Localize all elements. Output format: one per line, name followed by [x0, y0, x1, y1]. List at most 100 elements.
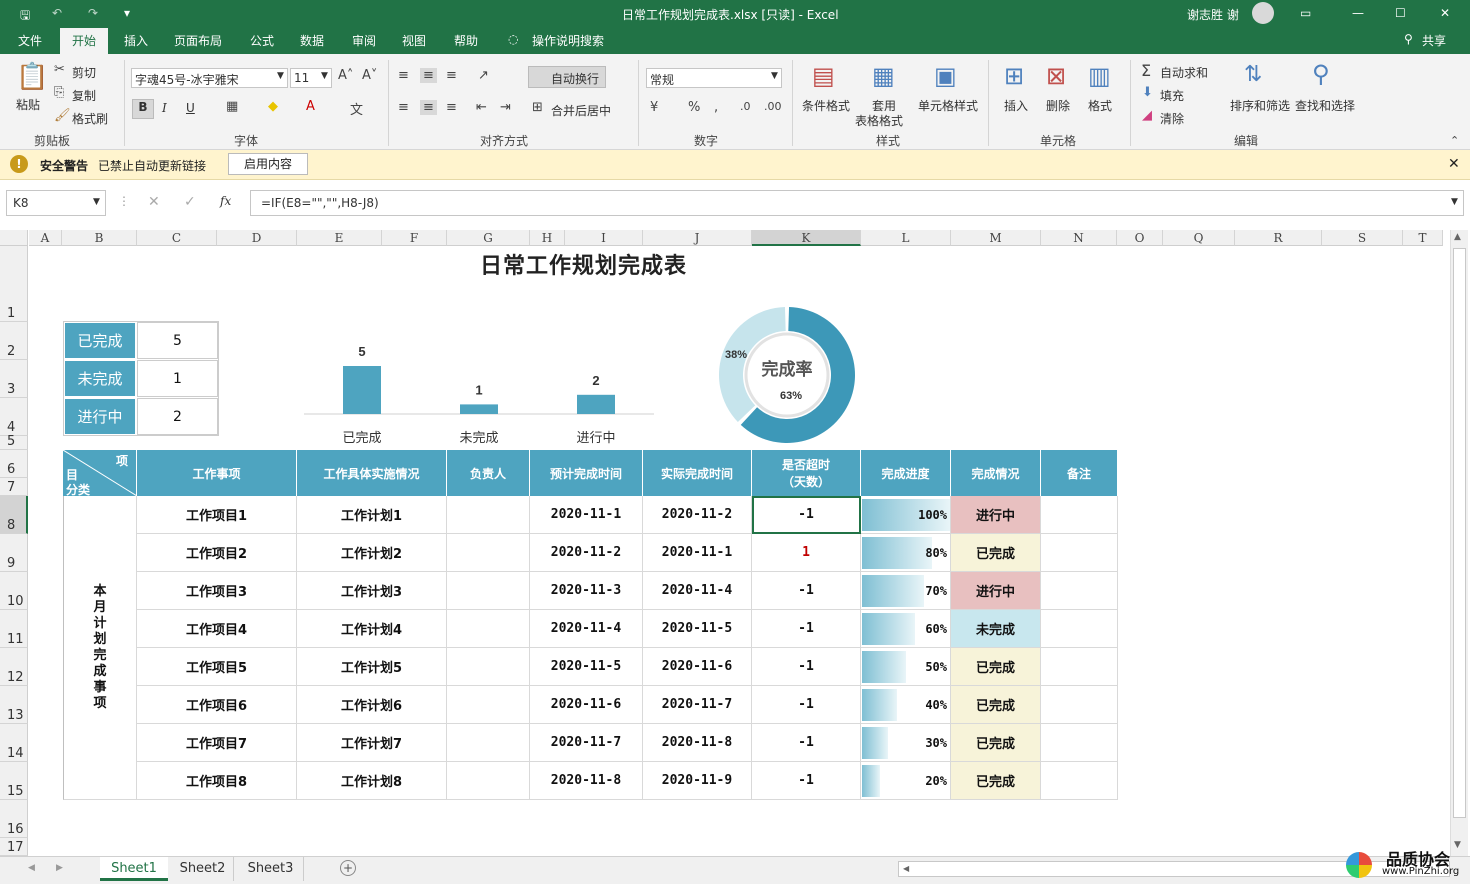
sheet-tab-3[interactable]: Sheet3: [238, 857, 304, 881]
cell-actual[interactable]: 2020-11-8: [643, 724, 752, 762]
cell-status[interactable]: 已完成: [951, 724, 1041, 762]
column-header-J[interactable]: J: [643, 230, 752, 246]
column-header-I[interactable]: I: [565, 230, 643, 246]
increase-font-icon[interactable]: A˄: [338, 68, 353, 83]
delete-cells-button[interactable]: 删除: [1046, 97, 1070, 114]
cell-progress[interactable]: 40%: [861, 686, 951, 724]
scroll-left-icon[interactable]: ◀: [903, 864, 909, 873]
insert-function-icon[interactable]: fx: [220, 194, 231, 208]
eraser-icon[interactable]: ◢: [1142, 108, 1152, 123]
phonetic-icon[interactable]: 文: [350, 99, 363, 118]
cell-plan[interactable]: 工作计划3: [297, 572, 447, 610]
completion-donut-chart[interactable]: 完成率 63% 38%: [712, 303, 862, 448]
align-top-icon[interactable]: ≡: [398, 68, 409, 83]
align-bottom-icon[interactable]: ≡: [446, 68, 457, 83]
cell-overdue[interactable]: 1: [752, 534, 861, 572]
cell-progress[interactable]: 50%: [861, 648, 951, 686]
cell-actual[interactable]: 2020-11-2: [643, 496, 752, 534]
percent-icon[interactable]: %: [688, 100, 700, 115]
formula-input[interactable]: =IF(E8="","",H8-J8) ▼: [250, 190, 1464, 216]
comma-icon[interactable]: ,: [714, 100, 718, 115]
row-header-10[interactable]: 10: [0, 572, 28, 610]
enter-icon[interactable]: ✓: [184, 194, 196, 210]
cell-progress[interactable]: 100%: [861, 496, 951, 534]
add-sheet-icon[interactable]: +: [340, 860, 356, 876]
column-header-T[interactable]: T: [1403, 230, 1443, 246]
row-header-6[interactable]: 6: [0, 450, 28, 478]
fill-color-icon[interactable]: ◆: [268, 99, 278, 114]
category-cell[interactable]: 本月计划完成事项: [63, 496, 137, 800]
cell-plan[interactable]: 工作计划8: [297, 762, 447, 800]
collapse-ribbon-icon[interactable]: ⌃: [1450, 134, 1459, 147]
cell-progress[interactable]: 30%: [861, 724, 951, 762]
orientation-icon[interactable]: ↗: [478, 68, 489, 83]
column-header-E[interactable]: E: [297, 230, 382, 246]
vertical-scrollbar[interactable]: ▲ ▼: [1450, 230, 1468, 856]
cell-overdue[interactable]: -1: [752, 648, 861, 686]
align-middle-icon[interactable]: ≡: [420, 68, 437, 83]
undo-icon[interactable]: ↶: [52, 6, 62, 20]
row-header-11[interactable]: 11: [0, 610, 28, 648]
column-header-N[interactable]: N: [1041, 230, 1117, 246]
column-header-L[interactable]: L: [861, 230, 951, 246]
cell-note[interactable]: [1041, 648, 1118, 686]
underline-button[interactable]: U: [186, 101, 195, 115]
row-header-12[interactable]: 12: [0, 648, 28, 686]
delete-cells-icon[interactable]: ⊠: [1046, 62, 1066, 90]
cell-item[interactable]: 工作项目8: [137, 762, 297, 800]
active-cell-k8[interactable]: -1: [752, 496, 861, 534]
cell-owner[interactable]: [447, 724, 530, 762]
cell-expected[interactable]: 2020-11-5: [530, 648, 643, 686]
row-header-9[interactable]: 9: [0, 534, 28, 572]
tab-data[interactable]: 数据: [300, 32, 324, 49]
cell-plan[interactable]: 工作计划7: [297, 724, 447, 762]
format-painter-button[interactable]: 格式刷: [72, 110, 108, 127]
cancel-icon[interactable]: ✕: [148, 194, 160, 210]
scroll-up-icon[interactable]: ▲: [1454, 232, 1461, 242]
cell-actual[interactable]: 2020-11-4: [643, 572, 752, 610]
align-center-icon[interactable]: ≡: [420, 100, 437, 115]
cell-expected[interactable]: 2020-11-7: [530, 724, 643, 762]
clear-button[interactable]: 清除: [1160, 110, 1184, 127]
cell-owner[interactable]: [447, 610, 530, 648]
cell-note[interactable]: [1041, 686, 1118, 724]
tell-me-search[interactable]: 操作说明搜索: [532, 32, 604, 49]
column-header-A[interactable]: A: [29, 230, 62, 246]
font-name-select[interactable]: 字魂45号-冰宇雅宋 ▼: [131, 68, 288, 88]
cell-owner[interactable]: [447, 496, 530, 534]
fill-icon[interactable]: ⬇: [1142, 85, 1153, 100]
column-header-G[interactable]: G: [447, 230, 530, 246]
cell-expected[interactable]: 2020-11-3: [530, 572, 643, 610]
cell-note[interactable]: [1041, 724, 1118, 762]
enable-content-button[interactable]: 启用内容: [228, 153, 308, 175]
cell-note[interactable]: [1041, 496, 1118, 534]
cell-status[interactable]: 已完成: [951, 686, 1041, 724]
cell-progress[interactable]: 60%: [861, 610, 951, 648]
insert-cells-button[interactable]: 插入: [1004, 97, 1028, 114]
row-header-5[interactable]: 5: [0, 434, 28, 450]
avatar[interactable]: [1252, 2, 1274, 24]
decrease-decimal-icon[interactable]: .00: [764, 100, 782, 113]
find-select-icon[interactable]: ⚲: [1312, 60, 1330, 88]
row-header-8[interactable]: 8: [0, 496, 28, 534]
row-header-2[interactable]: 2: [0, 322, 28, 360]
cut-icon[interactable]: ✂: [54, 62, 65, 77]
prev-sheet-icon[interactable]: ◀: [28, 863, 35, 873]
row-header-13[interactable]: 13: [0, 686, 28, 724]
cell-actual[interactable]: 2020-11-7: [643, 686, 752, 724]
fill-button[interactable]: 填充: [1160, 87, 1184, 104]
cell-item[interactable]: 工作项目2: [137, 534, 297, 572]
cell-plan[interactable]: 工作计划2: [297, 534, 447, 572]
row-header-3[interactable]: 3: [0, 360, 28, 398]
cell-actual[interactable]: 2020-11-5: [643, 610, 752, 648]
column-header-O[interactable]: O: [1117, 230, 1163, 246]
conditional-format-button[interactable]: 条件格式: [802, 97, 850, 114]
cell-expected[interactable]: 2020-11-4: [530, 610, 643, 648]
save-icon[interactable]: 🖫: [20, 6, 30, 27]
autosum-button[interactable]: 自动求和: [1160, 64, 1208, 81]
format-cells-icon[interactable]: ▥: [1088, 62, 1111, 90]
column-header-B[interactable]: B: [62, 230, 137, 246]
maximize-icon[interactable]: ☐: [1395, 6, 1406, 20]
cell-plan[interactable]: 工作计划4: [297, 610, 447, 648]
format-cells-button[interactable]: 格式: [1088, 97, 1112, 114]
